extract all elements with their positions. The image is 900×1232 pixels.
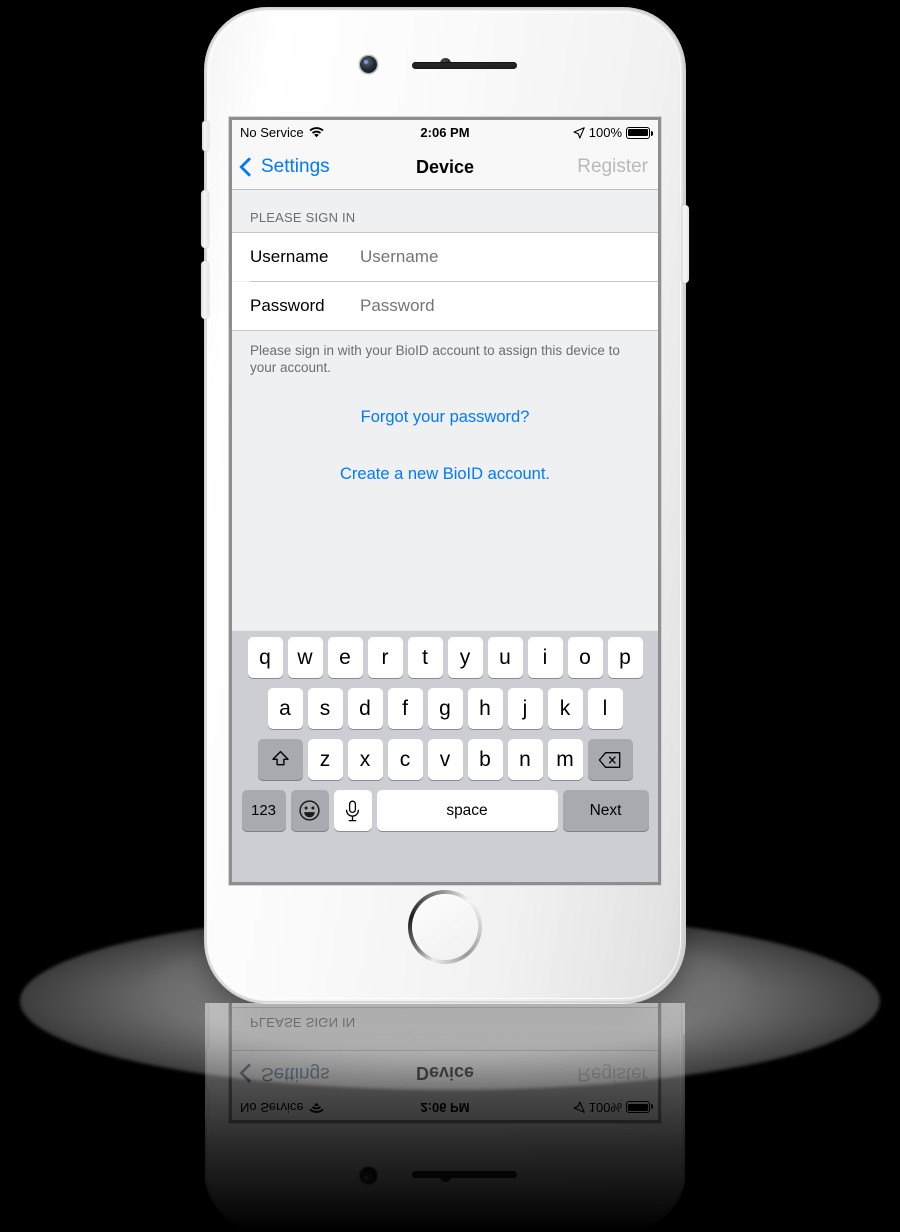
key-h[interactable]: h bbox=[467, 688, 503, 729]
home-button-face bbox=[412, 894, 478, 960]
register-button: Register bbox=[577, 1063, 648, 1084]
key-x[interactable]: x bbox=[347, 739, 383, 780]
navigation-bar: Settings Device Register bbox=[232, 145, 658, 190]
keyboard-row-2: a s d f g h j k l bbox=[232, 688, 658, 729]
key-s[interactable]: s bbox=[307, 688, 343, 729]
key-g[interactable]: g bbox=[427, 688, 463, 729]
volume-up-button bbox=[205, 1003, 209, 1050]
key-e[interactable]: e bbox=[327, 637, 363, 678]
shift-arrow-icon bbox=[270, 749, 291, 770]
key-m[interactable]: m bbox=[547, 739, 583, 780]
forgot-password-link[interactable]: Forgot your password? bbox=[232, 408, 658, 427]
software-keyboard: q w e r t y u i o p a s d f g h j k l z … bbox=[232, 630, 658, 882]
register-button[interactable]: Register bbox=[577, 156, 648, 178]
backspace-delete-icon bbox=[598, 751, 622, 769]
phone-reflection: No Service 2:06 PM 100% Settings Device … bbox=[205, 1003, 685, 1232]
key-w[interactable]: w bbox=[287, 637, 323, 678]
key-v[interactable]: v bbox=[427, 739, 463, 780]
battery-full-icon bbox=[626, 126, 653, 139]
earpiece-speaker-icon bbox=[412, 62, 517, 69]
keyboard-row-1: q w e r t y u i o p bbox=[232, 637, 658, 678]
key-l[interactable]: l bbox=[587, 688, 623, 729]
section-footnote: Please sign in with your BioID account t… bbox=[250, 343, 620, 375]
status-bar-right: 100% bbox=[573, 1100, 650, 1115]
key-p[interactable]: p bbox=[607, 637, 643, 678]
key-o[interactable]: o bbox=[567, 637, 603, 678]
password-input[interactable] bbox=[360, 296, 640, 316]
phone-body: No Service 2:06 PM 100% Settings Device … bbox=[201, 8, 689, 1003]
keyboard-row-3: z x c v b n m bbox=[232, 739, 658, 780]
section-header: PLEASE SIGN IN bbox=[250, 210, 356, 225]
location-arrow-icon bbox=[573, 126, 585, 139]
status-bar-right: 100% bbox=[573, 125, 653, 140]
key-u[interactable]: u bbox=[487, 637, 523, 678]
dictation-key[interactable] bbox=[333, 790, 372, 831]
emoji-key[interactable] bbox=[290, 790, 329, 831]
battery-percent-label: 100% bbox=[588, 1100, 622, 1115]
volume-down-button[interactable] bbox=[201, 261, 209, 319]
key-n[interactable]: n bbox=[507, 739, 543, 780]
mute-switch-button[interactable] bbox=[202, 121, 209, 151]
key-j[interactable]: j bbox=[507, 688, 543, 729]
space-key[interactable]: space bbox=[376, 790, 558, 831]
phone-screen: No Service 2:06 PM 100% Settings Device … bbox=[232, 120, 658, 882]
home-button[interactable] bbox=[408, 890, 482, 964]
password-label: Password bbox=[250, 296, 325, 315]
smiley-emoji-icon bbox=[298, 799, 321, 822]
key-z[interactable]: z bbox=[307, 739, 343, 780]
key-f[interactable]: f bbox=[387, 688, 423, 729]
numbers-key[interactable]: 123 bbox=[241, 790, 286, 831]
location-arrow-icon bbox=[573, 1101, 585, 1114]
status-bar: No Service 2:06 PM 100% bbox=[232, 1095, 658, 1120]
keyboard-row-4: 123 space Next bbox=[232, 790, 658, 831]
phone-screen: No Service 2:06 PM 100% Settings Device … bbox=[232, 1003, 658, 1120]
battery-percent-label: 100% bbox=[588, 125, 622, 140]
password-row[interactable]: Password bbox=[232, 282, 658, 330]
username-row: Username bbox=[232, 1003, 658, 1007]
key-y[interactable]: y bbox=[447, 637, 483, 678]
username-input[interactable] bbox=[360, 247, 640, 267]
return-next-key[interactable]: Next bbox=[562, 790, 649, 831]
key-k[interactable]: k bbox=[547, 688, 583, 729]
section-header: PLEASE SIGN IN bbox=[250, 1015, 356, 1030]
front-camera-icon bbox=[360, 56, 377, 73]
front-camera-icon bbox=[360, 1167, 377, 1184]
battery-full-icon bbox=[626, 1101, 650, 1114]
username-row[interactable]: Username bbox=[232, 233, 658, 281]
key-r[interactable]: r bbox=[367, 637, 403, 678]
power-button[interactable] bbox=[681, 205, 689, 283]
power-button bbox=[681, 1003, 685, 1035]
create-account-link[interactable]: Create a new BioID account. bbox=[232, 465, 658, 484]
backspace-key[interactable] bbox=[587, 739, 633, 780]
key-b[interactable]: b bbox=[467, 739, 503, 780]
microphone-icon bbox=[344, 800, 361, 822]
table-top-separator bbox=[232, 1007, 658, 1008]
volume-up-button[interactable] bbox=[201, 190, 209, 248]
key-q[interactable]: q bbox=[247, 637, 283, 678]
key-a[interactable]: a bbox=[267, 688, 303, 729]
key-d[interactable]: d bbox=[347, 688, 383, 729]
earpiece-speaker-icon bbox=[412, 1171, 517, 1178]
status-bar: No Service 2:06 PM 100% bbox=[232, 120, 658, 145]
shift-key[interactable] bbox=[257, 739, 303, 780]
phone-reflection-mirror: No Service 2:06 PM 100% Settings Device … bbox=[205, 1003, 685, 1232]
navigation-bar: Settings Device Register bbox=[232, 1050, 658, 1095]
key-i[interactable]: i bbox=[527, 637, 563, 678]
mute-switch-button bbox=[205, 1089, 209, 1119]
phone-reflection-copy: No Service 2:06 PM 100% Settings Device … bbox=[205, 1003, 685, 1232]
username-label: Username bbox=[250, 247, 329, 266]
key-c[interactable]: c bbox=[387, 739, 423, 780]
key-t[interactable]: t bbox=[407, 637, 443, 678]
